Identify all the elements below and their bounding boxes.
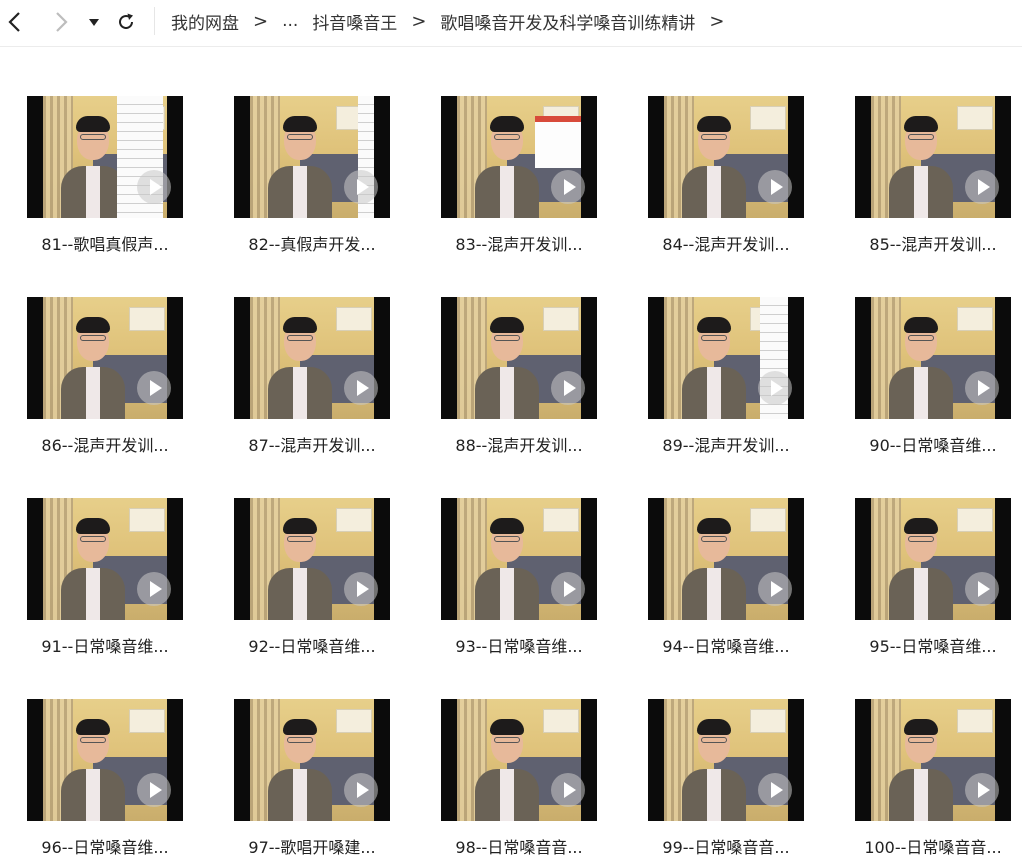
file-name: 96--日常嗓音维...: [41, 838, 169, 857]
presentation-slide-overlay: [535, 116, 581, 168]
video-thumbnail[interactable]: [855, 699, 1011, 821]
play-icon[interactable]: [551, 170, 585, 204]
play-icon[interactable]: [551, 773, 585, 807]
video-thumbnail[interactable]: [648, 498, 804, 620]
file-name: 100--日常嗓音音...: [864, 838, 1002, 857]
breadcrumb-separator: >: [253, 10, 269, 32]
file-name: 90--日常嗓音维...: [869, 436, 997, 455]
file-name: 89--混声开发训...: [662, 436, 790, 455]
play-icon[interactable]: [344, 572, 378, 606]
play-icon[interactable]: [137, 572, 171, 606]
breadcrumb-item-folder[interactable]: 抖音嗓音王: [312, 9, 397, 34]
play-icon[interactable]: [758, 371, 792, 405]
video-thumbnail[interactable]: [234, 297, 390, 419]
video-thumbnail[interactable]: [441, 297, 597, 419]
breadcrumb-item-current[interactable]: 歌唱嗓音开发及科学嗓音训练精讲: [440, 9, 695, 34]
play-icon[interactable]: [758, 572, 792, 606]
play-icon[interactable]: [344, 773, 378, 807]
play-icon[interactable]: [965, 371, 999, 405]
video-thumbnail[interactable]: [648, 96, 804, 218]
caret-down-icon: [89, 19, 99, 26]
play-icon[interactable]: [965, 773, 999, 807]
video-thumbnail[interactable]: [27, 498, 183, 620]
video-thumbnail[interactable]: [648, 699, 804, 821]
play-icon[interactable]: [137, 773, 171, 807]
file-name: 94--日常嗓音维...: [662, 637, 790, 656]
forward-button[interactable]: [50, 8, 72, 36]
file-name: 98--日常嗓音音...: [455, 838, 583, 857]
file-name: 83--混声开发训...: [455, 235, 583, 254]
play-icon[interactable]: [758, 773, 792, 807]
video-thumbnail[interactable]: [441, 96, 597, 218]
file-name: 93--日常嗓音维...: [455, 637, 583, 656]
chevron-right-icon: [56, 12, 68, 32]
breadcrumb: 我的网盘 > ... 抖音嗓音王 > 歌唱嗓音开发及科学嗓音训练精讲 >: [171, 0, 739, 42]
file-name: 97--歌唱开嗓建...: [248, 838, 376, 857]
play-icon[interactable]: [137, 371, 171, 405]
play-icon[interactable]: [758, 170, 792, 204]
video-thumbnail[interactable]: [855, 96, 1011, 218]
file-name: 85--混声开发训...: [869, 235, 997, 254]
video-thumbnail[interactable]: [27, 96, 183, 218]
video-thumbnail[interactable]: [441, 699, 597, 821]
refresh-button[interactable]: [114, 8, 138, 36]
play-icon[interactable]: [551, 371, 585, 405]
file-name: 81--歌唱真假声...: [41, 235, 169, 254]
file-name: 86--混声开发训...: [41, 436, 169, 455]
video-thumbnail[interactable]: [648, 297, 804, 419]
breadcrumb-separator: >: [709, 10, 725, 32]
file-name: 91--日常嗓音维...: [41, 637, 169, 656]
file-name: 92--日常嗓音维...: [248, 637, 376, 656]
back-button[interactable]: [4, 8, 26, 36]
chevron-left-icon: [8, 12, 20, 32]
play-icon[interactable]: [965, 170, 999, 204]
file-name: 87--混声开发训...: [248, 436, 376, 455]
video-thumbnail[interactable]: [234, 498, 390, 620]
file-name: 95--日常嗓音维...: [869, 637, 997, 656]
file-name: 99--日常嗓音音...: [662, 838, 790, 857]
play-icon[interactable]: [344, 371, 378, 405]
video-thumbnail[interactable]: [27, 297, 183, 419]
video-thumbnail[interactable]: [27, 699, 183, 821]
play-icon[interactable]: [551, 572, 585, 606]
video-thumbnail[interactable]: [441, 498, 597, 620]
play-icon[interactable]: [344, 170, 378, 204]
refresh-icon: [119, 13, 133, 29]
history-dropdown-button[interactable]: [86, 8, 102, 36]
breadcrumb-separator: >: [411, 10, 427, 32]
file-name: 88--混声开发训...: [455, 436, 583, 455]
video-thumbnail[interactable]: [234, 96, 390, 218]
play-icon[interactable]: [137, 170, 171, 204]
play-icon[interactable]: [965, 572, 999, 606]
toolbar-divider: [154, 7, 155, 35]
file-name: 84--混声开发训...: [662, 235, 790, 254]
file-name: 82--真假声开发...: [248, 235, 376, 254]
breadcrumb-item-ellipsis[interactable]: ...: [282, 11, 298, 31]
video-thumbnail[interactable]: [234, 699, 390, 821]
breadcrumb-item-root[interactable]: 我的网盘: [171, 9, 239, 34]
video-thumbnail[interactable]: [855, 498, 1011, 620]
toolbar: 我的网盘 > ... 抖音嗓音王 > 歌唱嗓音开发及科学嗓音训练精讲 >: [0, 0, 1022, 47]
video-thumbnail[interactable]: [855, 297, 1011, 419]
